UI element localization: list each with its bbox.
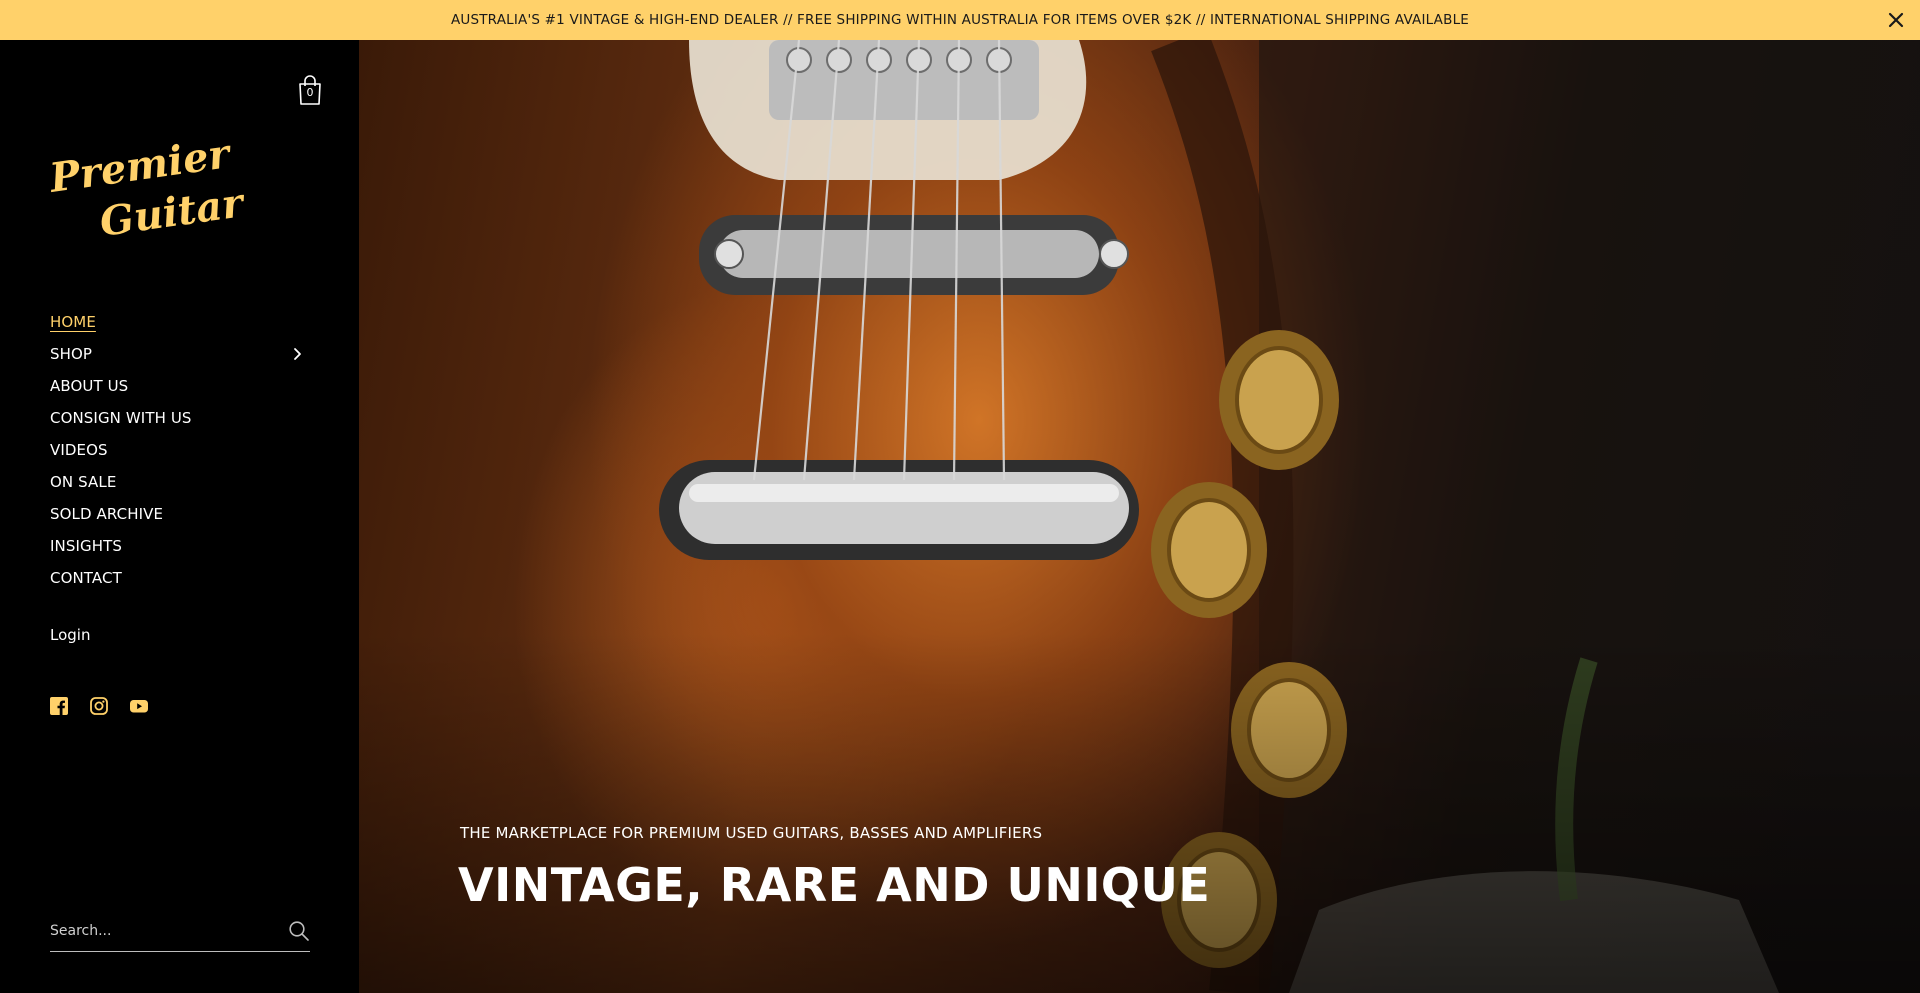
search-icon[interactable] xyxy=(288,920,310,942)
cart-button[interactable]: 0 xyxy=(296,74,324,106)
hero-overlay xyxy=(359,633,1920,993)
nav-label: SHOP xyxy=(50,345,93,363)
announcement-bar: AUSTRALIA'S #1 VINTAGE & HIGH-END DEALER… xyxy=(0,0,1920,40)
nav-item-sold-archive[interactable]: SOLD ARCHIVE xyxy=(50,498,310,530)
nav-label: VIDEOS xyxy=(50,441,108,459)
hero-banner[interactable]: THE MARKETPLACE FOR PREMIUM USED GUITARS… xyxy=(359,40,1920,993)
nav-item-insights[interactable]: INSIGHTS xyxy=(50,530,310,562)
nav-item-shop[interactable]: SHOP xyxy=(50,338,310,370)
nav-label: CONSIGN WITH US xyxy=(50,409,192,427)
instagram-icon[interactable] xyxy=(90,697,108,715)
hero-title: VINTAGE, RARE AND UNIQUE xyxy=(458,858,1211,912)
nav-item-on-sale[interactable]: ON SALE xyxy=(50,466,310,498)
nav-item-contact[interactable]: CONTACT xyxy=(50,562,310,594)
login-link[interactable]: Login xyxy=(50,626,90,644)
youtube-icon[interactable] xyxy=(130,697,148,715)
search-bar xyxy=(50,910,310,952)
social-links xyxy=(50,697,148,715)
chevron-right-icon[interactable] xyxy=(290,347,304,361)
nav-label: HOME xyxy=(50,313,96,331)
announcement-text: AUSTRALIA'S #1 VINTAGE & HIGH-END DEALER… xyxy=(450,12,1470,28)
logo[interactable]: Premier Guitars xyxy=(46,130,268,246)
nav-item-videos[interactable]: VIDEOS xyxy=(50,434,310,466)
nav-label: CONTACT xyxy=(50,569,122,587)
hero-subtitle: THE MARKETPLACE FOR PREMIUM USED GUITARS… xyxy=(460,824,1043,842)
nav-label: INSIGHTS xyxy=(50,537,122,555)
nav-item-about-us[interactable]: ABOUT US xyxy=(50,370,310,402)
cart-count: 0 xyxy=(306,86,314,99)
sidebar: 0 Premier Guitars HOME SHOP ABOUT US CON… xyxy=(0,40,359,993)
nav-label: ON SALE xyxy=(50,473,117,491)
search-input[interactable] xyxy=(50,922,288,939)
nav-item-home[interactable]: HOME xyxy=(50,306,310,338)
nav-item-consign-with-us[interactable]: CONSIGN WITH US xyxy=(50,402,310,434)
nav-label: ABOUT US xyxy=(50,377,129,395)
main-nav: HOME SHOP ABOUT US CONSIGN WITH US VIDEO… xyxy=(50,306,310,594)
close-icon[interactable] xyxy=(1884,8,1908,32)
nav-label: SOLD ARCHIVE xyxy=(50,505,164,523)
facebook-icon[interactable] xyxy=(50,697,68,715)
